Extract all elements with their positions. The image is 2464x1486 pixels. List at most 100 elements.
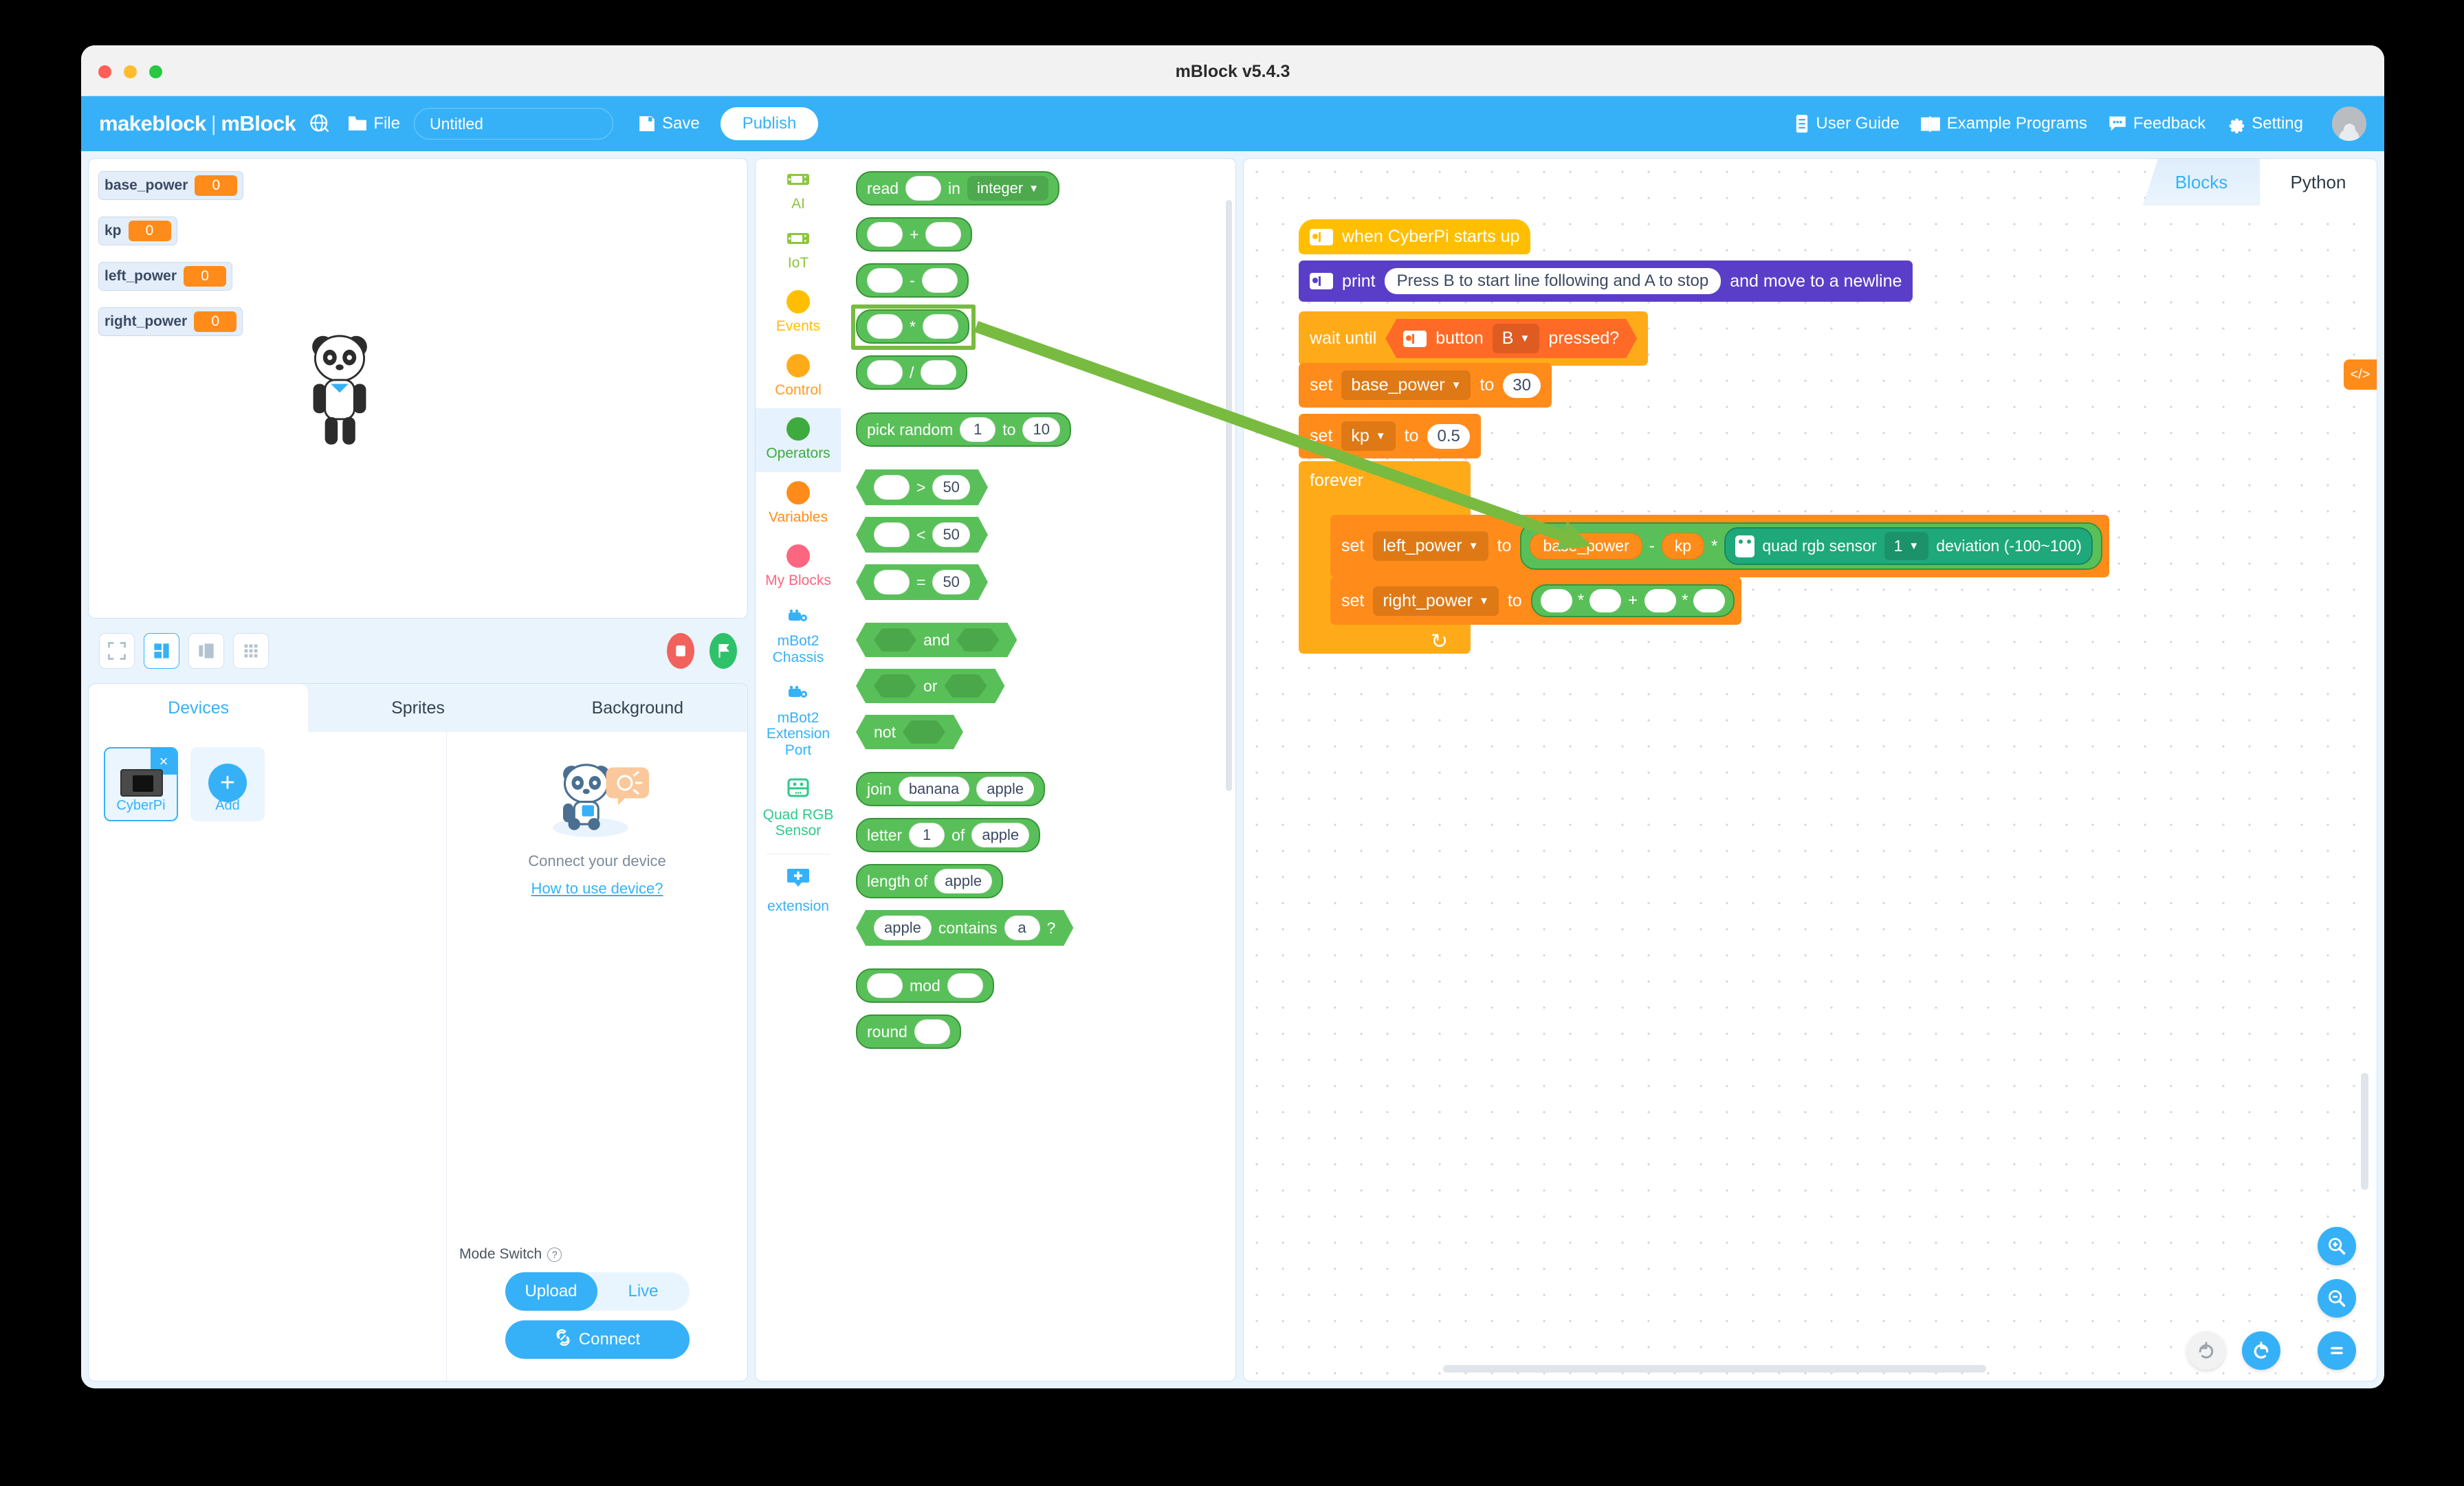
category-variables[interactable]: Variables	[756, 472, 841, 536]
tab-devices[interactable]: Devices	[89, 684, 309, 732]
join-first-field[interactable]: banana	[898, 777, 970, 801]
block-slot[interactable]	[922, 314, 958, 339]
comparison-value-field[interactable]: 50	[932, 570, 969, 595]
category-mbot2-chassis[interactable]: mBot2 Chassis	[756, 599, 841, 676]
category-control[interactable]: Control	[756, 345, 841, 409]
block-button-pressed[interactable]: button B ▼ pressed?	[1385, 319, 1637, 358]
stop-button-icon[interactable]	[667, 633, 694, 669]
block-bool-slot[interactable]	[903, 720, 945, 744]
letter-index-field[interactable]: 1	[909, 823, 945, 847]
category-mbot2-extension-port[interactable]: mBot2 Extension Port	[756, 676, 841, 768]
sensor-index-dropdown[interactable]: 1 ▼	[1884, 532, 1929, 560]
tab-sprites[interactable]: Sprites	[308, 684, 527, 732]
set-value-field[interactable]: 0.5	[1427, 423, 1470, 449]
tab-python[interactable]: Python	[2260, 159, 2377, 206]
code-brackets-icon[interactable]: </>	[2344, 359, 2377, 390]
block-not[interactable]: not	[856, 715, 963, 749]
block-slot[interactable]	[867, 314, 903, 339]
block-operator-add-nested[interactable]: * + *	[1530, 584, 1735, 617]
workspace-vertical-scrollbar[interactable]	[2361, 1073, 2368, 1190]
block-operator-multiply[interactable]: *	[856, 309, 969, 344]
comparison-value-field[interactable]: 50	[932, 522, 969, 547]
variable-dropdown-right-power[interactable]: right_power ▼	[1373, 586, 1499, 616]
block-slot[interactable]	[867, 268, 903, 293]
block-round[interactable]: round	[856, 1014, 961, 1049]
read-type-dropdown[interactable]: integer ▼	[967, 176, 1049, 201]
block-set-base-power[interactable]: set base_power ▼ to 30	[1299, 363, 1552, 408]
contains-string-field[interactable]: apple	[874, 916, 932, 940]
block-operator-subtract[interactable]: -	[856, 263, 969, 298]
device-card-cyberpi[interactable]: × CyberPi	[104, 747, 178, 821]
block-slot[interactable]	[947, 973, 983, 998]
add-device-button[interactable]: + Add	[190, 747, 265, 821]
zoom-out-icon[interactable]	[2318, 1279, 2356, 1318]
variable-reporter-kp[interactable]: kp	[1661, 533, 1705, 559]
avatar[interactable]	[2332, 107, 2366, 141]
block-quad-rgb-sensor-deviation[interactable]: quad rgb sensor 1 ▼ deviation (-100~100)	[1724, 527, 2093, 565]
category-ai[interactable]: AI	[756, 163, 841, 222]
block-operator-add[interactable]: +	[856, 217, 973, 252]
setting-button[interactable]: Setting	[2226, 114, 2303, 133]
palette-scrollbar[interactable]	[1226, 200, 1232, 791]
block-length-of[interactable]: length of apple	[856, 864, 1004, 898]
category-extension[interactable]: extension	[756, 858, 841, 924]
block-slot[interactable]	[874, 522, 910, 547]
block-slot[interactable]	[867, 360, 903, 385]
category-quad-rgb-sensor[interactable]: Quad RGB Sensor	[756, 768, 841, 850]
block-slot[interactable]	[921, 268, 958, 293]
block-set-kp[interactable]: set kp ▼ to 0.5	[1299, 414, 1481, 458]
block-bool-slot[interactable]	[944, 674, 987, 698]
contains-value-field[interactable]: a	[1004, 916, 1040, 940]
block-slot[interactable]	[874, 570, 910, 595]
block-mod[interactable]: mod	[856, 968, 994, 1003]
variable-reporter-base-power[interactable]: base_power	[1530, 533, 1642, 559]
category-my-blocks[interactable]: My Blocks	[756, 535, 841, 599]
small-stage-icon[interactable]	[188, 633, 224, 669]
block-operator-multiply-left[interactable]: *	[1540, 589, 1622, 612]
block-bool-slot[interactable]	[874, 628, 916, 652]
block-or[interactable]: or	[856, 669, 1004, 703]
comparison-value-field[interactable]: 50	[932, 475, 969, 500]
variable-dropdown-left-power[interactable]: left_power ▼	[1373, 531, 1488, 561]
file-menu-button[interactable]: File	[348, 114, 400, 133]
block-print-newline[interactable]: print Press B to start line following an…	[1299, 260, 1913, 302]
block-operator-multiply-nested[interactable]: kp * quad rgb sensor 1 ▼ deviation (-100…	[1661, 527, 2093, 565]
category-events[interactable]: Events	[756, 281, 841, 345]
block-when-cyberpi-starts-up[interactable]: when CyberPi starts up	[1299, 219, 1531, 254]
zoom-in-icon[interactable]	[2318, 1227, 2356, 1265]
fullscreen-icon[interactable]	[99, 633, 135, 669]
mode-option-live[interactable]: Live	[597, 1272, 690, 1311]
connect-button[interactable]: Connect	[505, 1320, 690, 1359]
block-slot[interactable]	[1540, 589, 1572, 612]
block-letter-of[interactable]: letter 1 of apple	[856, 818, 1041, 852]
variable-monitor-left-power[interactable]: left_power 0	[98, 262, 233, 291]
print-text-field[interactable]: Press B to start line following and A to…	[1384, 268, 1722, 294]
zoom-reset-icon[interactable]	[2318, 1331, 2356, 1370]
how-to-use-device-link[interactable]: How to use device?	[531, 880, 663, 898]
block-slot[interactable]	[1644, 589, 1677, 612]
block-and[interactable]: and	[856, 623, 1017, 657]
pick-random-to-field[interactable]: 10	[1022, 417, 1060, 442]
variable-dropdown-base-power[interactable]: base_power ▼	[1341, 370, 1471, 400]
block-set-left-power[interactable]: set left_power ▼ to base_power - kp * qu…	[1330, 515, 2109, 577]
category-operators[interactable]: Operators	[756, 408, 841, 472]
block-contains[interactable]: apple contains a ?	[856, 910, 1073, 946]
save-button[interactable]: Save	[638, 114, 700, 133]
block-slot[interactable]	[867, 222, 903, 247]
block-slot[interactable]	[874, 475, 910, 500]
workspace-horizontal-scrollbar[interactable]	[1443, 1365, 1986, 1373]
block-slot[interactable]	[925, 222, 962, 247]
pick-random-from-field[interactable]: 1	[960, 417, 996, 442]
block-operator-multiply-right[interactable]: *	[1644, 589, 1726, 612]
letter-string-field[interactable]: apple	[971, 823, 1030, 847]
button-dropdown[interactable]: B ▼	[1493, 324, 1540, 353]
block-slot[interactable]	[1590, 589, 1622, 612]
block-greater-than[interactable]: > 50	[856, 469, 988, 505]
mode-switch-toggle[interactable]: Upload Live	[505, 1272, 690, 1311]
block-wait-until[interactable]: wait until button B ▼ pressed?	[1299, 311, 1649, 366]
publish-button[interactable]: Publish	[720, 107, 819, 140]
mode-option-upload[interactable]: Upload	[505, 1272, 597, 1311]
block-bool-slot[interactable]	[956, 628, 999, 652]
tab-background[interactable]: Background	[528, 684, 747, 732]
code-workspace[interactable]: Blocks Python </> when CyberPi starts up…	[1243, 158, 2377, 1382]
